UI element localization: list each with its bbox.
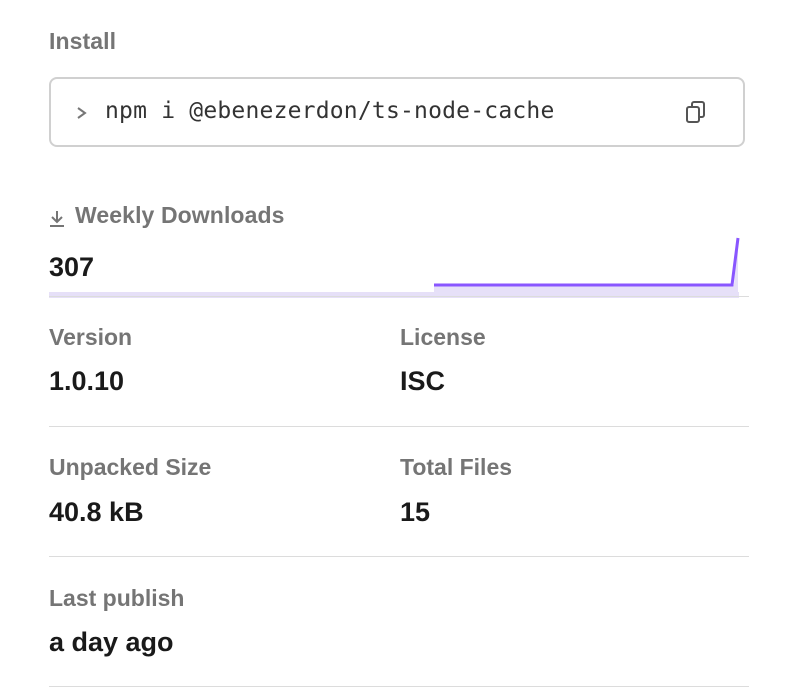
divider	[49, 296, 749, 297]
version-value: 1.0.10	[49, 366, 125, 396]
unpacked-size-value: 40.8 kB	[49, 497, 144, 527]
install-label: Install	[49, 28, 117, 54]
license-label: License	[400, 324, 486, 350]
last-publish-label: Last publish	[49, 585, 185, 611]
download-icon	[49, 207, 65, 227]
install-command-box[interactable]: npm i @ebenezerdon/ts-node-cache	[49, 77, 745, 147]
sparkline-area	[434, 238, 738, 298]
total-files-label: Total Files	[400, 454, 513, 480]
divider	[49, 426, 749, 427]
sparkline-line	[434, 237, 740, 287]
license-value: ISC	[400, 366, 446, 396]
chevron-right-icon	[75, 103, 89, 123]
downloads-sparkline	[49, 237, 740, 298]
divider	[49, 686, 749, 687]
weekly-downloads-value: 307	[49, 252, 95, 282]
total-files-value: 15	[400, 497, 431, 527]
weekly-downloads-heading: Weekly Downloads	[49, 202, 285, 229]
last-publish-value: a day ago	[49, 627, 174, 657]
install-command[interactable]: npm i @ebenezerdon/ts-node-cache	[105, 98, 555, 124]
weekly-downloads-label: Weekly Downloads	[75, 202, 285, 228]
version-label: Version	[49, 324, 133, 350]
unpacked-size-label: Unpacked Size	[49, 454, 212, 480]
copy-icon[interactable]	[685, 100, 707, 124]
divider	[49, 556, 749, 557]
